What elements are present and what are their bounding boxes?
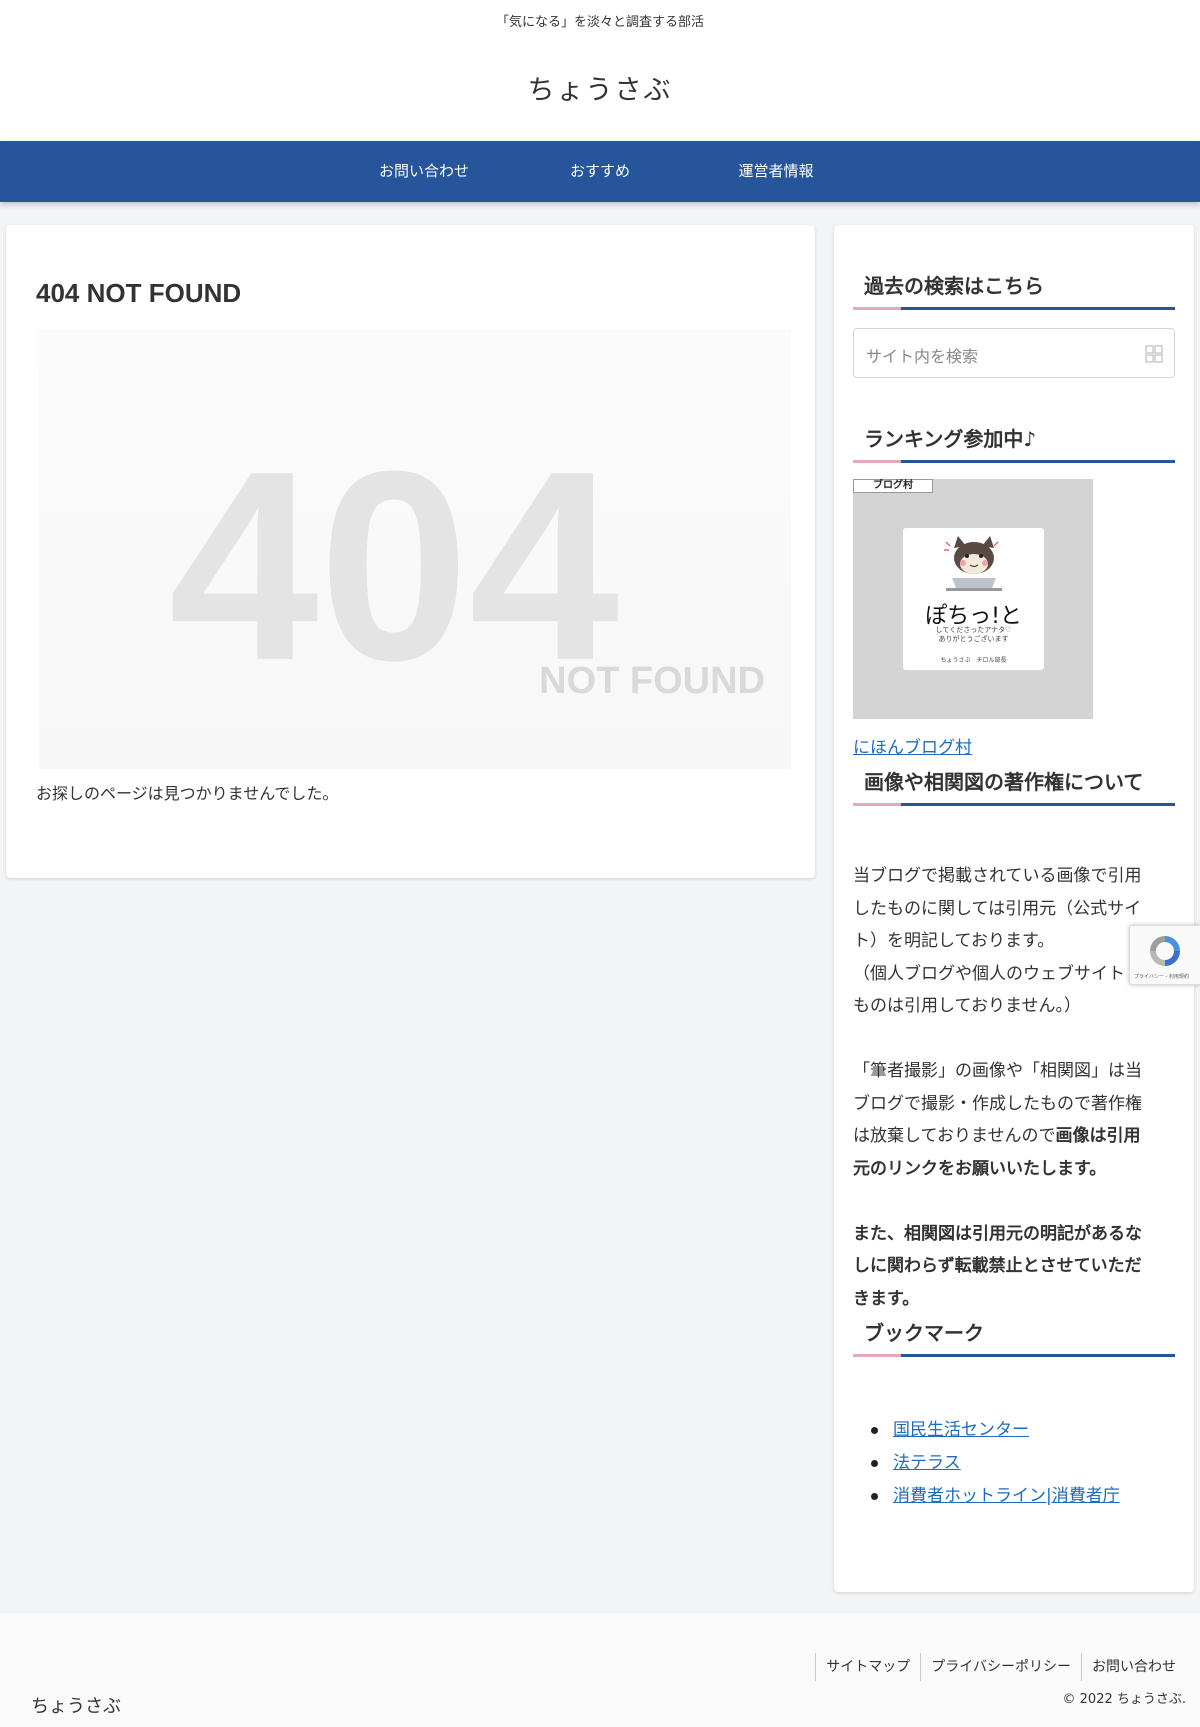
copyright-notice: 当ブログで掲載されている画像で引用 したものに関しては引用元（公式サイ ト）を明… [853, 866, 1142, 1309]
ranking-widget-title: ランキング参加中♪ [853, 423, 1175, 463]
main-content: 404 NOT FOUND 404 NOT FOUND お探しのページは見つかり… [6, 225, 815, 878]
list-item: 法テラス [853, 1447, 1120, 1480]
site-tagline: 「気になる」を淡々と調査する部活 [495, 15, 704, 30]
search-widget-title: 過去の検索はこちら [853, 270, 1175, 310]
site-footer: サイトマップ プライバシーポリシー お問い合わせ © 2022 ちょうさぶ. ち… [0, 1613, 1200, 1727]
list-item: 国民生活センター [853, 1414, 1120, 1447]
bookmark-link-kokumin[interactable]: 国民生活センター [893, 1420, 1029, 1440]
blog-ranking-banner[interactable]: ブログ村 ぽちっ!と してくださったアナタ♡ ありがとうございます ちょうさぶ … [853, 479, 1093, 719]
dog-illustration-icon [944, 536, 1002, 591]
nav-item-recommend[interactable]: おすすめ [512, 141, 688, 202]
blog-village-badge: ブログ村 [853, 479, 933, 493]
recaptcha-text: プライバシー - 利用規約 [1134, 974, 1189, 980]
bookmark-list: 国民生活センター 法テラス 消費者ホットライン|消費者庁 [853, 1414, 1120, 1513]
footer-navigation: サイトマップ プライバシーポリシー お問い合わせ [815, 1653, 1186, 1681]
not-found-message: お探しのページは見つかりませんでした。 [36, 784, 339, 803]
search-icon[interactable] [1144, 344, 1164, 364]
bookmark-link-houterasu[interactable]: 法テラス [893, 1453, 961, 1473]
nihon-blog-mura-link[interactable]: にほんブログ村 [853, 733, 972, 758]
list-item: 消費者ホットライン|消費者庁 [853, 1480, 1120, 1513]
recaptcha-icon [1150, 936, 1180, 966]
page-title: 404 NOT FOUND [36, 278, 242, 308]
search-placeholder: サイト内を検索 [866, 347, 979, 366]
footer-link-sitemap[interactable]: サイトマップ [815, 1653, 920, 1681]
sidebar: 過去の検索はこちら サイト内を検索 ランキング参加中♪ ブログ村 ぽちっ!と し… [834, 225, 1194, 1592]
site-title[interactable]: ちょうさぶ [0, 68, 1200, 107]
footer-link-privacy[interactable]: プライバシーポリシー [920, 1653, 1081, 1681]
footer-copyright: © 2022 ちょうさぶ. [1062, 1692, 1186, 1707]
bookmark-link-shohisha[interactable]: 消費者ホットライン|消費者庁 [893, 1486, 1120, 1506]
footer-link-contact[interactable]: お問い合わせ [1081, 1653, 1186, 1681]
site-header: 「気になる」を淡々と調査する部活 ちょうさぶ [0, 0, 1200, 141]
not-found-image: 404 NOT FOUND [39, 329, 791, 769]
banner-card: ぽちっ!と してくださったアナタ♡ ありがとうございます ちょうさぶ チロル部長 [903, 528, 1044, 670]
footer-logo[interactable]: ちょうさぶ [31, 1692, 121, 1718]
copyright-widget-title: 画像や相関図の著作権について [853, 766, 1175, 806]
nav-item-contact[interactable]: お問い合わせ [336, 141, 512, 202]
global-navigation: お問い合わせ おすすめ 運営者情報 [0, 141, 1200, 202]
search-input[interactable]: サイト内を検索 [853, 328, 1175, 378]
bookmark-widget-title: ブックマーク [853, 1317, 1175, 1357]
not-found-image-caption: NOT FOUND [539, 660, 765, 702]
recaptcha-badge[interactable]: プライバシー - 利用規約 [1129, 925, 1200, 985]
banner-footer-text: ちょうさぶ チロル部長 [940, 657, 1007, 664]
banner-sub-text: してくださったアナタ♡ ありがとうございます [935, 626, 1012, 643]
nav-item-about[interactable]: 運営者情報 [688, 141, 864, 202]
